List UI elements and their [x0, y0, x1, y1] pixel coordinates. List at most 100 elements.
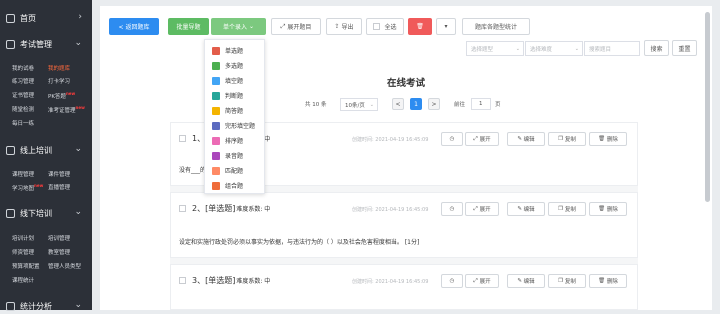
select-all-button[interactable]: 全选	[366, 18, 404, 35]
delete-question-button[interactable]: 🗑 删除	[589, 132, 627, 146]
nav-home[interactable]: 首页 ›	[0, 10, 92, 26]
sidebar-item-staff-type[interactable]: 管理人员类型	[48, 262, 81, 270]
more-button[interactable]: ▾	[436, 18, 456, 35]
nav-exam-management[interactable]: 考试管理 ⌄	[0, 36, 92, 52]
sidebar-item-course-stats[interactable]: 课程统计	[12, 276, 34, 284]
sidebar-item-admission[interactable]: 准考证管理new	[48, 105, 85, 114]
dropdown-item[interactable]: 排序题	[212, 136, 243, 145]
question-date: 创建时间: 2021-04-19 16:45:09	[352, 279, 429, 285]
question-date: 创建时间: 2021-04-19 16:45:09	[352, 207, 429, 213]
edit-button[interactable]: ✎ 编辑	[507, 274, 545, 288]
copy-button[interactable]: ❐ 复制	[548, 132, 586, 146]
page-unit-label: 页	[495, 102, 501, 108]
sidebar-item-map[interactable]: 学习地图new	[12, 183, 43, 192]
question-type-select[interactable]: 选择题型 ⌄	[466, 41, 524, 56]
question-type-icon	[212, 136, 220, 145]
checkbox[interactable]	[373, 23, 381, 30]
export-button[interactable]: ⇪ 导出	[326, 18, 362, 35]
question-checkbox[interactable]	[179, 205, 186, 212]
gear-icon	[6, 208, 15, 218]
sidebar-item-courses[interactable]: 课程管理	[12, 170, 34, 178]
edit-button[interactable]: ✎ 编辑	[507, 132, 545, 146]
expand-button[interactable]: ⤢ 展开	[465, 274, 499, 288]
sidebar-item-courseware[interactable]: 课件管理	[48, 170, 70, 178]
question-body: 设定和实施行政处罚必须以事实为依据，与违法行为的（ ）以及社会危害程度相当。 […	[179, 239, 420, 246]
monitor-icon	[6, 145, 15, 155]
chevron-right-icon: ›	[78, 12, 82, 22]
main-panel: < 返回题库 批量导题 单个录入 ⌄ ⤢ 展开题目 ⇪ 导出 全选 🗑 ▾ 题库…	[100, 6, 712, 310]
dropdown-item[interactable]: 简答题	[212, 106, 243, 115]
sidebar-item-my-papers[interactable]: 我的试卷	[12, 64, 34, 72]
back-button[interactable]: < 返回题库	[109, 18, 159, 35]
batch-import-button[interactable]: 批量导题	[168, 18, 209, 35]
sidebar-item-budget[interactable]: 预算项配置	[12, 262, 40, 270]
sidebar-item-teachers[interactable]: 师资管理	[12, 248, 34, 256]
expand-button[interactable]: ⤢ 展开	[465, 132, 499, 146]
sidebar-item-daily[interactable]: 每日一练	[12, 119, 34, 127]
question-checkbox[interactable]	[179, 135, 186, 142]
delete-question-button[interactable]: 🗑 删除	[589, 274, 627, 288]
nav-online-training[interactable]: 线上培训 ⌄	[0, 142, 92, 158]
edit-button[interactable]: ✎ 编辑	[507, 202, 545, 216]
edit-icon: ✎	[517, 136, 522, 142]
nav-offline-training[interactable]: 线下培训 ⌄	[0, 205, 92, 221]
page-size-select[interactable]: 10条/页 ⌄	[340, 98, 378, 111]
difficulty-select[interactable]: 选择难度 ⌄	[525, 41, 583, 56]
copy-button[interactable]: ❐ 复制	[548, 274, 586, 288]
copy-icon: ❐	[558, 278, 564, 284]
question-card-3: 3、 [单选题] 难度系数: 中 创建时间: 2021-04-19 16:45:09…	[170, 264, 638, 310]
nav-statistics[interactable]: 统计分析 ⌄	[0, 298, 92, 314]
question-type-icon	[212, 166, 220, 175]
single-import-button[interactable]: 单个录入 ⌄	[211, 18, 266, 35]
pagination-total: 共 10 条	[305, 102, 327, 108]
prev-page-button[interactable]: <	[392, 98, 404, 110]
dropdown-item[interactable]: 判断题	[212, 91, 243, 100]
expand-button[interactable]: ⤢ 展开	[465, 202, 499, 216]
question-checkbox[interactable]	[179, 277, 186, 284]
expand-icon: ⤢	[473, 277, 478, 284]
trash-icon: 🗑	[598, 206, 606, 212]
dropdown-item[interactable]: 单选题	[212, 46, 243, 55]
question-type-icon	[212, 76, 220, 85]
sidebar-item-practice[interactable]: 练习管理	[12, 77, 34, 85]
delete-question-button[interactable]: 🗑 删除	[589, 202, 627, 216]
sidebar-item-plan[interactable]: 培训计划	[12, 234, 34, 242]
sidebar-item-checkin[interactable]: 打卡学习	[48, 77, 70, 85]
sidebar-item-certificates[interactable]: 证书管理	[12, 91, 34, 99]
home-icon	[6, 13, 15, 23]
sidebar-item-my-bank[interactable]: 我的题库	[48, 64, 70, 72]
copy-button[interactable]: ❐ 复制	[548, 202, 586, 216]
page-1-button[interactable]: 1	[410, 98, 422, 110]
sidebar-item-training[interactable]: 培训管理	[48, 234, 70, 242]
type-stats-button[interactable]: 题库各题型统计	[462, 18, 530, 35]
next-page-button[interactable]: >	[428, 98, 440, 110]
clock-icon[interactable]: ◷	[441, 132, 463, 146]
sidebar-item-quiz[interactable]: 随堂检测	[12, 105, 34, 113]
page-jump-input[interactable]: 1	[471, 98, 491, 110]
search-input[interactable]: 搜索题目	[584, 41, 640, 56]
question-type-icon	[212, 181, 220, 190]
dropdown-item[interactable]: 录音题	[212, 151, 243, 160]
document-icon	[6, 39, 15, 49]
question-type-icon	[212, 61, 220, 70]
sidebar-item-classroom[interactable]: 教室管理	[48, 248, 70, 256]
sidebar-item-live[interactable]: 直播管理	[48, 183, 70, 191]
clock-icon[interactable]: ◷	[441, 274, 463, 288]
chart-icon	[6, 301, 15, 311]
scrollbar[interactable]	[705, 12, 710, 202]
dropdown-item[interactable]: 多选题	[212, 61, 243, 70]
dropdown-item[interactable]: 组合题	[212, 181, 243, 190]
question-type-icon	[212, 91, 220, 100]
dropdown-item[interactable]: 完形填空题	[212, 121, 255, 130]
dropdown-item[interactable]: 匹配题	[212, 166, 243, 175]
reset-button[interactable]: 重置	[672, 40, 697, 56]
trash-icon: 🗑	[598, 278, 606, 284]
search-button[interactable]: 搜索	[644, 40, 669, 56]
sidebar-item-pk[interactable]: PK答题new	[48, 91, 75, 100]
delete-button[interactable]: 🗑	[408, 18, 432, 35]
expand-all-button[interactable]: ⤢ 展开题目	[271, 18, 321, 35]
dropdown-item[interactable]: 填空题	[212, 76, 243, 85]
export-icon: ⇪	[334, 23, 340, 30]
clock-icon[interactable]: ◷	[441, 202, 463, 216]
copy-icon: ❐	[558, 136, 564, 142]
